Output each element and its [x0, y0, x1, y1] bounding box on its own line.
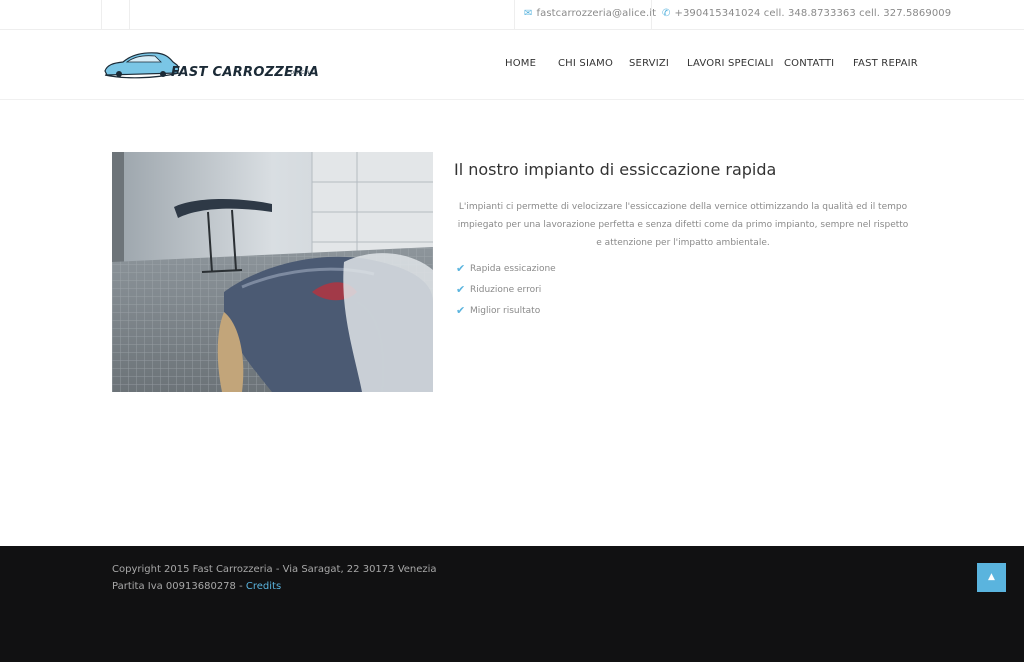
drying-booth-photo [112, 152, 433, 392]
top-bar: ✉ fastcarrozzeria@alice.it ✆ +390415341024… [0, 0, 1024, 30]
site-logo[interactable]: FAST CARROZZERIA - OFFICINA [103, 43, 323, 87]
nav-contatti[interactable]: CONTATTI [784, 58, 834, 69]
nav-fast-repair[interactable]: FAST REPAIR [853, 58, 918, 69]
list-item: ✔ Riduzione errori [456, 279, 556, 300]
nav-servizi[interactable]: SERVIZI [629, 58, 669, 69]
email-contact[interactable]: ✉ fastcarrozzeria@alice.it [524, 8, 656, 19]
check-icon: ✔ [456, 262, 466, 275]
list-item: ✔ Rapida essicazione [456, 258, 556, 279]
email-text: fastcarrozzeria@alice.it [536, 8, 657, 19]
footer-vat-text: Partita Iva 00913680278 - [112, 581, 246, 592]
section-title: Il nostro impianto di essiccazione rapid… [454, 160, 777, 179]
check-icon: ✔ [456, 304, 466, 317]
top-bar-divider [129, 0, 130, 30]
check-icon: ✔ [456, 283, 466, 296]
top-bar-divider [651, 0, 652, 30]
phone-contact: ✆ +390415341024 cell. 348.8733363 cell. 3… [662, 8, 951, 19]
nav-chi-siamo[interactable]: CHI SIAMO [558, 58, 613, 69]
phone-icon: ✆ [662, 8, 671, 19]
logo-subtitle: - OFFICINA [287, 71, 314, 76]
site-header: FAST CARROZZERIA - OFFICINA HOME CHI SIA… [0, 31, 1024, 100]
site-footer: Copyright 2015 Fast Carrozzeria - Via Sa… [0, 546, 1024, 662]
footer-vat: Partita Iva 00913680278 - Credits [112, 581, 281, 592]
feature-label: Rapida essicazione [470, 263, 556, 274]
feature-label: Riduzione errori [470, 284, 542, 295]
nav-home[interactable]: HOME [505, 58, 536, 69]
list-item: ✔ Miglior risultato [456, 300, 556, 321]
top-bar-divider [514, 0, 515, 30]
phone-text: +390415341024 cell. 348.8733363 cell. 32… [674, 8, 952, 19]
feature-label: Miglior risultato [470, 305, 541, 316]
top-bar-divider [101, 0, 102, 30]
credits-link[interactable]: Credits [246, 581, 281, 592]
footer-copyright: Copyright 2015 Fast Carrozzeria - Via Sa… [112, 564, 437, 575]
chevron-up-icon: ▲ [988, 572, 995, 582]
feature-list: ✔ Rapida essicazione ✔ Riduzione errori ✔ M… [456, 258, 556, 321]
nav-lavori-speciali[interactable]: LAVORI SPECIALI [687, 58, 774, 69]
section-description: L'impianti ci permette di velocizzare l'… [457, 202, 909, 248]
back-to-top-button[interactable]: ▲ [977, 563, 1006, 592]
envelope-icon: ✉ [524, 8, 533, 19]
